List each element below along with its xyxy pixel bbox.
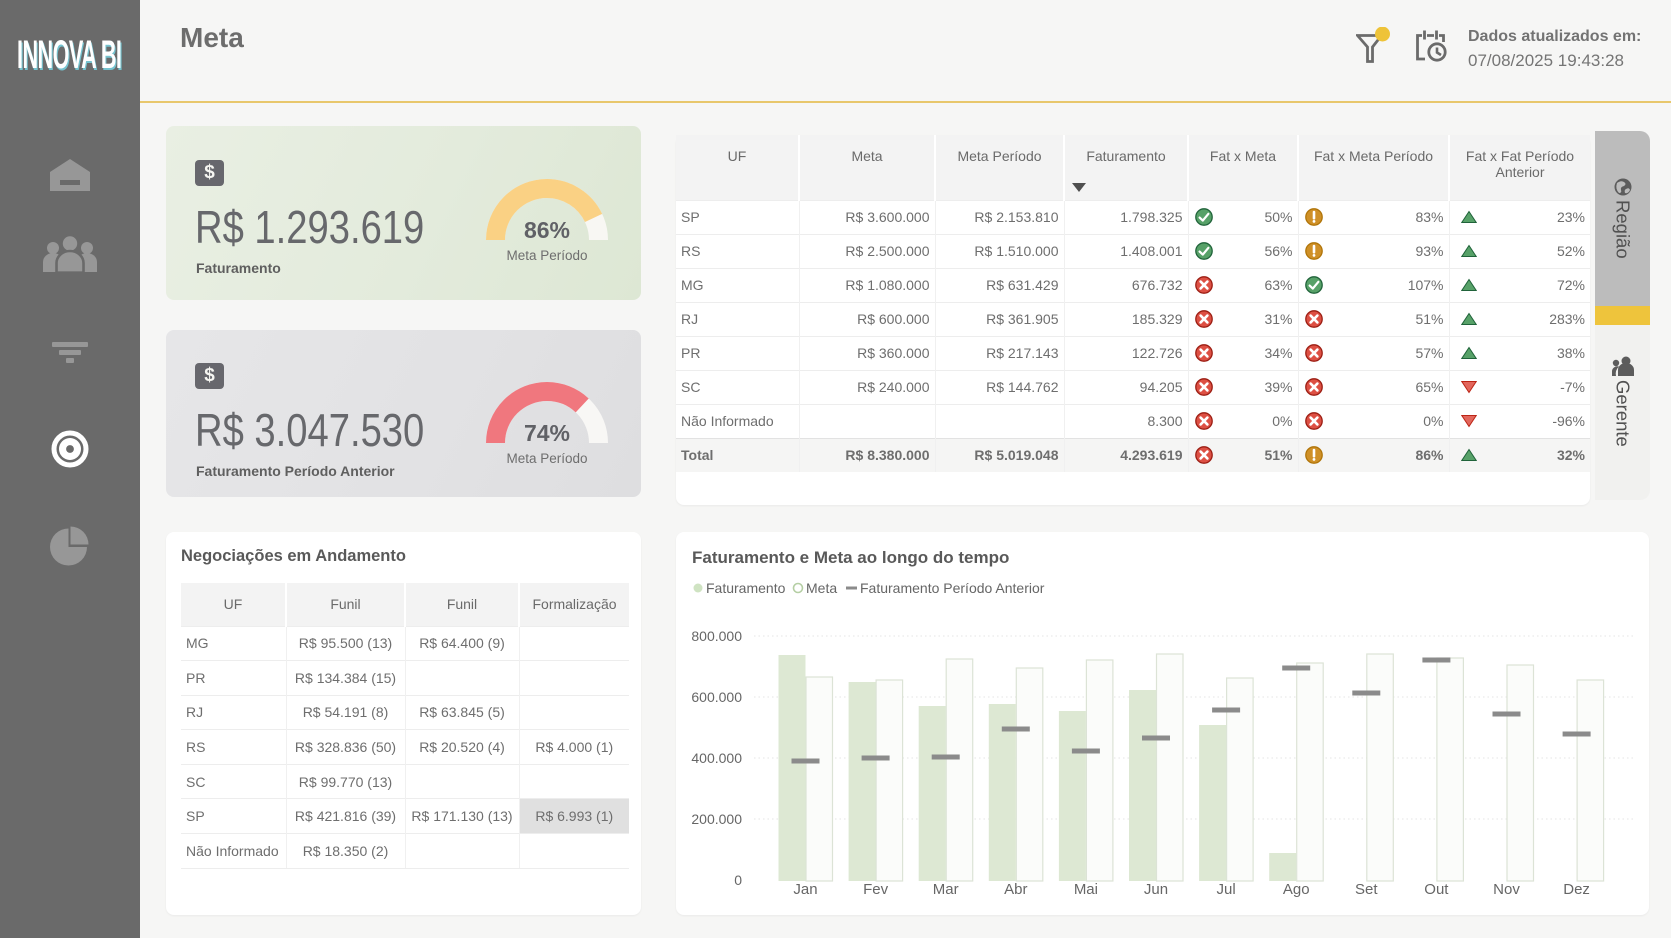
svg-text:Mar: Mar (933, 881, 959, 898)
svg-text:Faturamento Período Anterior: Faturamento Período Anterior (860, 580, 1045, 596)
svg-text:Faturamento e Meta ao longo do: Faturamento e Meta ao longo do tempo (692, 548, 1009, 567)
svg-text:Faturamento: Faturamento (706, 580, 786, 596)
svg-text:0: 0 (734, 872, 742, 888)
svg-text:800.000: 800.000 (691, 628, 742, 644)
svg-text:Ago: Ago (1283, 881, 1310, 898)
svg-text:Abr: Abr (1004, 881, 1027, 898)
svg-text:600.000: 600.000 (691, 689, 742, 705)
svg-text:Dez: Dez (1563, 881, 1590, 898)
svg-text:Jul: Jul (1217, 881, 1236, 898)
svg-text:400.000: 400.000 (691, 750, 742, 766)
svg-text:Jun: Jun (1144, 881, 1168, 898)
svg-text:Meta: Meta (806, 580, 837, 596)
svg-text:Out: Out (1424, 881, 1449, 898)
svg-text:Fev: Fev (863, 881, 889, 898)
svg-text:Mai: Mai (1074, 881, 1098, 898)
svg-text:Jan: Jan (793, 881, 817, 898)
svg-text:200.000: 200.000 (691, 811, 742, 827)
svg-text:Set: Set (1355, 881, 1378, 898)
svg-text:Nov: Nov (1493, 881, 1520, 898)
